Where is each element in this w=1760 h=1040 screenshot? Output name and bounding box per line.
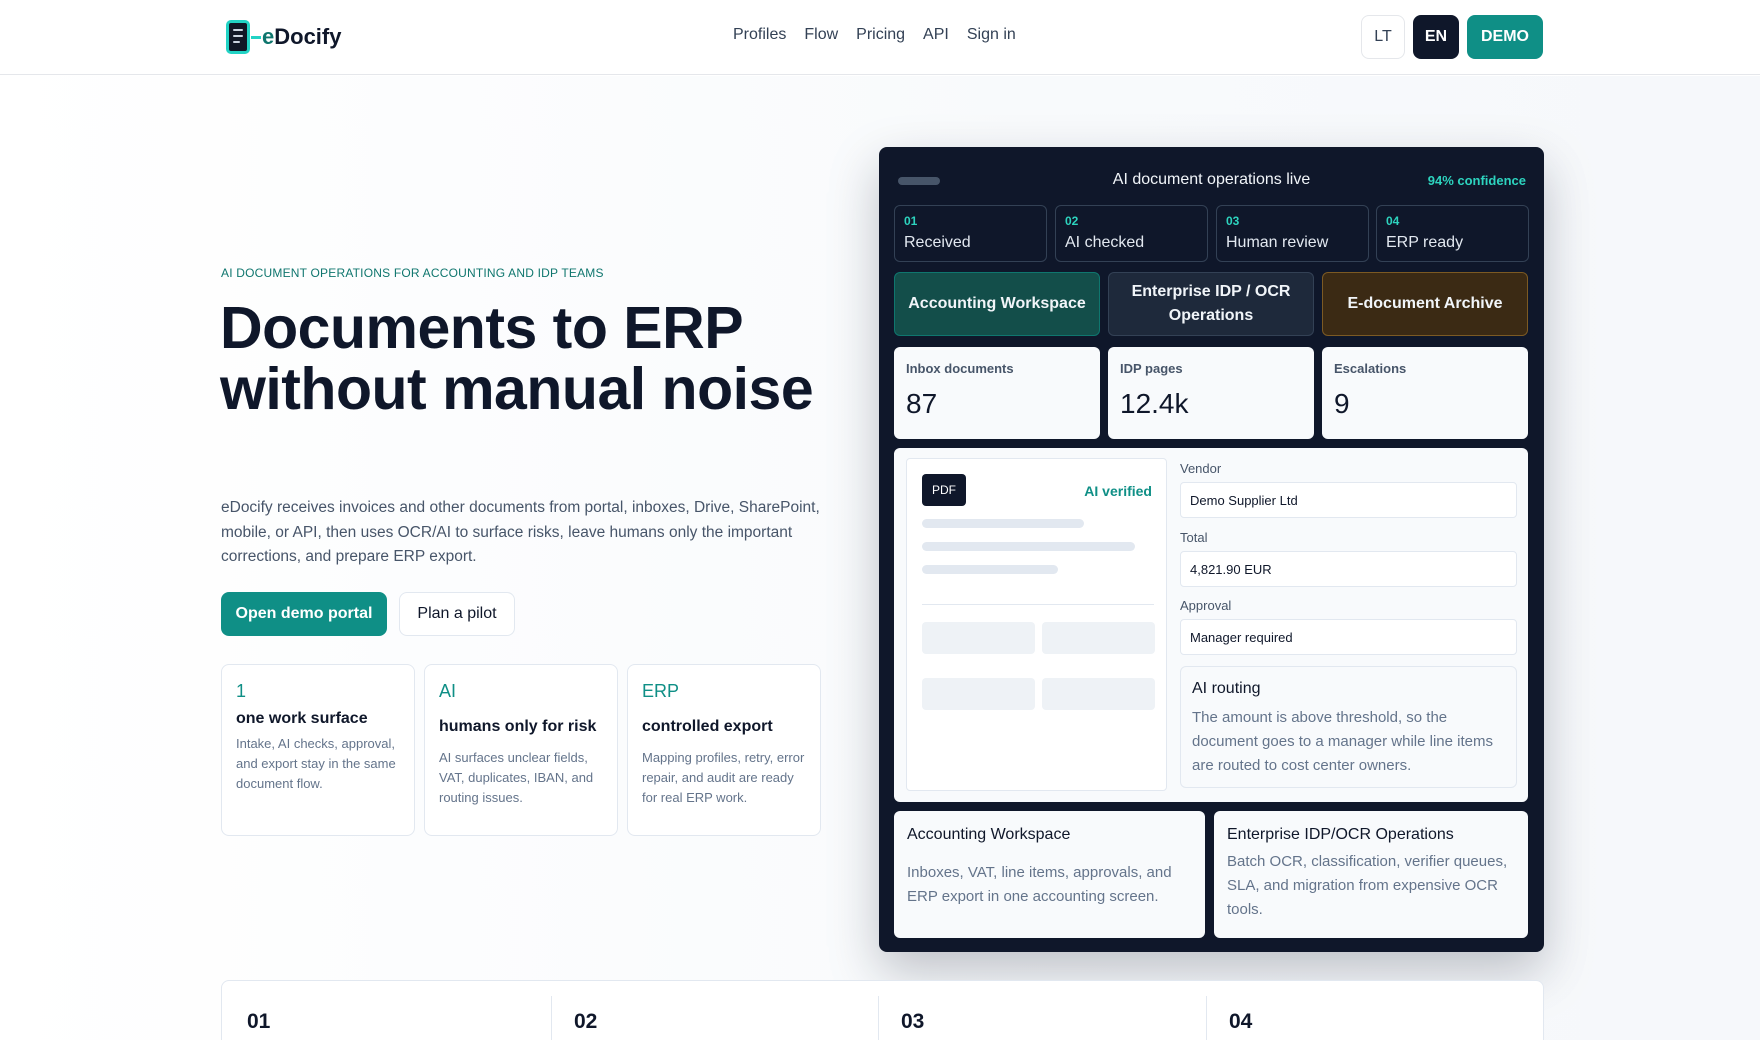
top-header: e Docify Profiles Flow Pricing API Sign i…: [0, 0, 1760, 75]
approval-label: Approval: [1180, 598, 1232, 613]
feature-kicker: AI: [439, 681, 457, 701]
step-number: 01: [904, 214, 918, 228]
main-nav: Profiles Flow Pricing API Sign in: [733, 26, 1016, 44]
routing-title: AI routing: [1192, 680, 1261, 697]
nav-flow[interactable]: Flow: [804, 26, 838, 44]
pdf-badge: PDF: [922, 474, 966, 506]
feature-title: controlled export: [642, 718, 773, 735]
stat-card: Inbox documents 87: [894, 347, 1100, 439]
feature-kicker: 1: [236, 681, 247, 701]
feature-kicker: ERP: [642, 681, 680, 701]
pipeline-step: 02 AI checked: [1055, 205, 1208, 262]
stat-label: IDP pages: [1120, 361, 1183, 376]
stat-value: 12.4k: [1120, 388, 1189, 419]
feature-desc: Intake, AI checks, approval, and export …: [236, 736, 396, 791]
steps-strip: [221, 980, 1544, 1040]
nav-profiles[interactable]: Profiles: [733, 26, 786, 44]
document-review-panel: PDF AI verified Vendor Demo Supplier Ltd…: [894, 448, 1528, 802]
feature-card: 1 one work surface Intake, AI checks, ap…: [221, 664, 415, 836]
block-placeholder: [1042, 622, 1155, 654]
hero-eyebrow: AI DOCUMENT OPERATIONS FOR ACCOUNTING AN…: [221, 266, 604, 280]
block-placeholder: [1042, 678, 1155, 710]
step-label: Received: [904, 234, 971, 251]
profile-card-desc: Inboxes, VAT, line items, approvals, and…: [907, 864, 1172, 905]
mode-tab-idp[interactable]: Enterprise IDP / OCR Operations: [1108, 272, 1314, 336]
ai-routing-box: AI routing The amount is above threshold…: [1180, 666, 1517, 788]
confidence-badge: 94% confidence: [1427, 173, 1526, 188]
preview-divider: [922, 604, 1154, 605]
stat-label: Escalations: [1334, 361, 1407, 376]
step-label: ERP ready: [1386, 234, 1464, 251]
demo-button[interactable]: DEMO: [1467, 15, 1543, 59]
pipeline-step: 04 ERP ready: [1376, 205, 1529, 262]
step-number: 03: [901, 1010, 925, 1033]
stat-card: IDP pages 12.4k: [1108, 347, 1314, 439]
step-number: 04: [1229, 1010, 1253, 1033]
step-number: 03: [1226, 214, 1240, 228]
nav-api[interactable]: API: [923, 26, 949, 44]
step-divider: [878, 996, 879, 1040]
step-number: 02: [1065, 214, 1079, 228]
document-preview: PDF AI verified: [906, 458, 1167, 791]
hero-headline: Documents to ERP without manual noise: [220, 295, 814, 422]
plan-pilot-button[interactable]: Plan a pilot: [399, 592, 515, 636]
profile-card-idp[interactable]: Enterprise IDP/OCR Operations Batch OCR,…: [1214, 811, 1528, 938]
ai-verified-label: AI verified: [1084, 483, 1152, 499]
stat-card: Escalations 9: [1322, 347, 1528, 439]
logo-text: Docify: [274, 24, 342, 49]
stat-value: 87: [906, 388, 938, 419]
total-field[interactable]: 4,821.90 EUR: [1180, 551, 1517, 587]
vendor-field[interactable]: Demo Supplier Ltd: [1180, 482, 1517, 518]
nav-sign-in[interactable]: Sign in: [967, 26, 1016, 44]
feature-desc: Mapping profiles, retry, error repair, a…: [642, 750, 805, 805]
block-placeholder: [922, 622, 1035, 654]
lang-lt-button[interactable]: LT: [1361, 15, 1405, 59]
mode-tab-accounting[interactable]: Accounting Workspace: [894, 272, 1100, 336]
step-label: Human review: [1226, 234, 1329, 251]
step-divider: [1206, 996, 1207, 1040]
profile-card-accounting[interactable]: Accounting Workspace Inboxes, VAT, line …: [894, 811, 1205, 938]
pipeline-step: 03 Human review: [1216, 205, 1369, 262]
document-icon: [226, 20, 250, 54]
text-line-placeholder: [922, 519, 1084, 528]
total-label: Total: [1180, 530, 1208, 545]
step-number: 01: [247, 1010, 271, 1033]
profile-card-title: Enterprise IDP/OCR Operations: [1227, 826, 1454, 843]
pipeline-step: 01 Received: [894, 205, 1047, 262]
step-number: 04: [1386, 214, 1400, 228]
profile-card-desc: Batch OCR, classification, verifier queu…: [1227, 853, 1508, 918]
logo-e: e: [262, 24, 275, 49]
routing-desc: The amount is above threshold, so the do…: [1192, 709, 1493, 774]
step-label: AI checked: [1065, 234, 1145, 251]
text-line-placeholder: [922, 565, 1058, 574]
feature-card: ERP controlled export Mapping profiles, …: [627, 664, 821, 836]
operations-dashboard: AI document operations live 94% confiden…: [879, 147, 1544, 952]
step-divider: [551, 996, 552, 1040]
nav-pricing[interactable]: Pricing: [856, 26, 905, 44]
lang-en-button[interactable]: EN: [1413, 15, 1459, 59]
stat-value: 9: [1334, 388, 1350, 419]
feature-title: one work surface: [236, 710, 368, 727]
step-number: 02: [574, 1010, 598, 1033]
mode-tab-archive[interactable]: E-document Archive: [1322, 272, 1528, 336]
feature-card: AI humans only for risk AI surfaces uncl…: [424, 664, 618, 836]
logo-connector: [251, 35, 261, 39]
hero-lead: eDocify receives invoices and other docu…: [221, 499, 820, 565]
approval-field[interactable]: Manager required: [1180, 619, 1517, 655]
profile-card-title: Accounting Workspace: [907, 826, 1071, 843]
vendor-label: Vendor: [1180, 461, 1222, 476]
open-demo-portal-button[interactable]: Open demo portal: [221, 592, 387, 636]
text-line-placeholder: [922, 542, 1135, 551]
stat-label: Inbox documents: [906, 361, 1014, 376]
feature-title: humans only for risk: [439, 718, 597, 735]
block-placeholder: [922, 678, 1035, 710]
feature-desc: AI surfaces unclear fields, VAT, duplica…: [439, 750, 594, 805]
brand-logo[interactable]: e Docify: [226, 20, 342, 54]
